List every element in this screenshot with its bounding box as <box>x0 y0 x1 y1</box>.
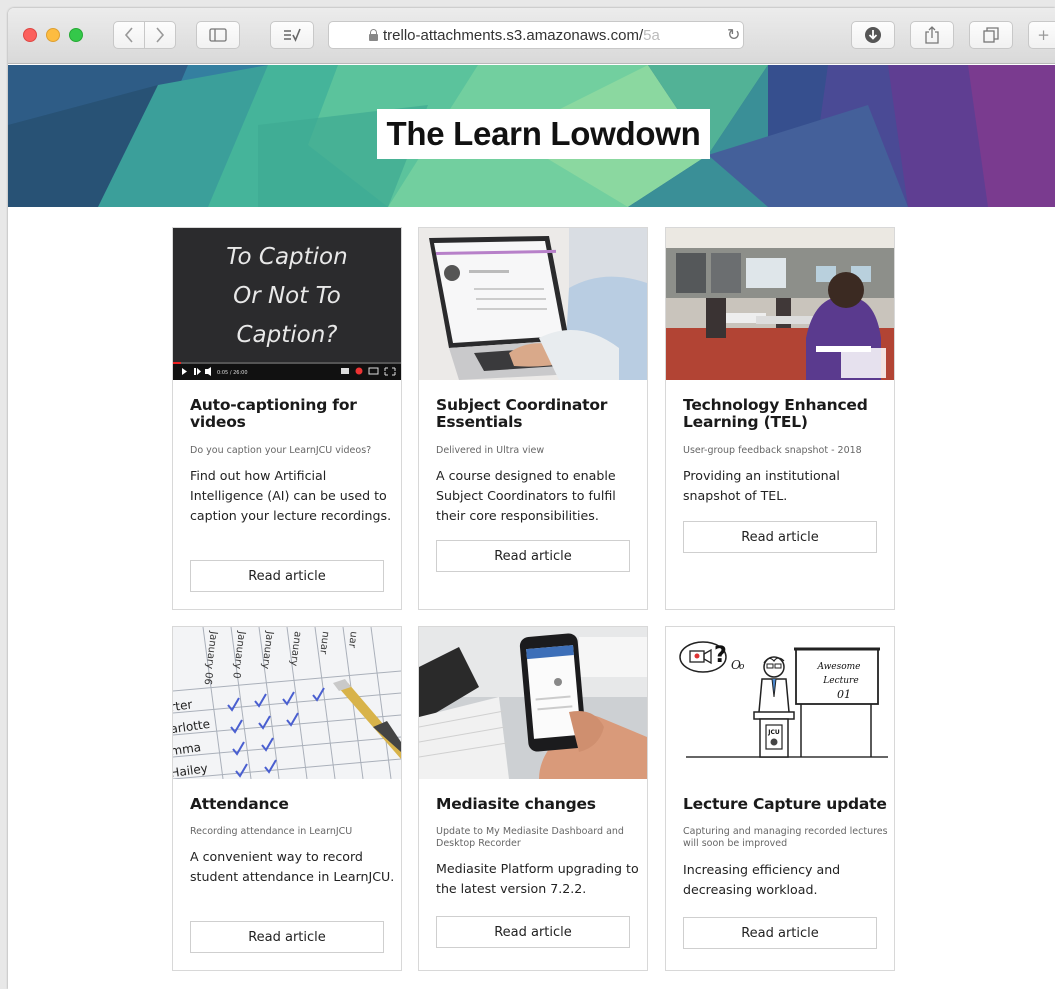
article-subtitle: Update to My Mediasite Dashboard and Des… <box>436 826 624 849</box>
chevron-left-icon <box>124 27 133 43</box>
browser-toolbar: trello-attachments.s3.amazonaws.com/5a ↻… <box>8 8 1055 64</box>
article-thumbnail[interactable]: ? O o JCU Awesome Lecture 01 <box>666 627 894 779</box>
back-button[interactable] <box>113 21 145 49</box>
new-tab-button[interactable]: + <box>1028 21 1055 49</box>
article-title[interactable]: Subject Coordinator Essentials <box>436 397 641 431</box>
article-subtitle: Do you caption your LearnJCU videos? <box>190 445 372 456</box>
article-subtitle: Delivered in Ultra view <box>436 445 545 456</box>
tabs-icon <box>983 27 999 43</box>
url-text: trello-attachments.s3.amazonaws.com/5a <box>383 27 660 44</box>
podium-label: JCU <box>767 729 780 736</box>
article-description: Providing an institutional snapshot of T… <box>683 468 840 503</box>
share-button[interactable] <box>910 21 954 49</box>
article-subtitle: Recording attendance in LearnJCU <box>190 826 353 837</box>
article-thumbnail[interactable] <box>666 228 894 380</box>
article-title[interactable]: Auto-captioning for videos <box>190 397 395 431</box>
article-title[interactable]: Attendance <box>190 796 395 813</box>
article-thumbnail[interactable]: January 06 January 0 January anuary nuar… <box>173 627 401 779</box>
article-title[interactable]: Lecture Capture update <box>683 796 888 813</box>
lock-icon <box>369 29 378 41</box>
article-thumbnail[interactable]: To Caption Or Not To Caption? 0:05 / 26:… <box>173 228 401 380</box>
plus-icon: + <box>1037 26 1050 44</box>
chalk-text-line: Or Not To <box>233 283 341 309</box>
article-card: January 06 January 0 January anuary nuar… <box>172 626 402 971</box>
read-article-button[interactable]: Read article <box>683 521 877 553</box>
sidebar-icon <box>209 28 227 42</box>
board-text-line: 01 <box>837 688 851 701</box>
article-description: Mediasite Platform upgrading to the late… <box>436 861 639 896</box>
article-subtitle: Capturing and managing recorded lectures… <box>683 826 888 849</box>
sidebar-toggle-button[interactable] <box>196 21 240 49</box>
article-title[interactable]: Mediasite changes <box>436 796 641 813</box>
article-thumbnail[interactable] <box>419 627 647 779</box>
page-banner: The Learn Lowdown <box>8 65 1055 207</box>
read-article-button[interactable]: Read article <box>436 540 630 572</box>
tab-overview-button[interactable] <box>969 21 1013 49</box>
download-icon <box>865 27 881 43</box>
article-card: Technology Enhanced Learning (TEL) User-… <box>665 227 895 610</box>
zoom-window-button[interactable] <box>69 28 83 42</box>
article-card: Mediasite changes Update to My Mediasite… <box>418 626 648 971</box>
address-bar[interactable]: trello-attachments.s3.amazonaws.com/5a ↻ <box>328 21 744 49</box>
forward-button[interactable] <box>144 21 176 49</box>
chevron-right-icon <box>156 27 165 43</box>
chalk-text-line: To Caption <box>226 244 347 270</box>
article-description: A course designed to enable Subject Coor… <box>436 468 616 523</box>
article-title[interactable]: Technology Enhanced Learning (TEL) <box>683 397 888 431</box>
article-card: ? O o JCU Awesome Lecture 01 Lecture Cap… <box>665 626 895 971</box>
share-icon <box>925 26 939 44</box>
read-article-button[interactable]: Read article <box>190 921 384 953</box>
svg-text:?: ? <box>714 643 727 668</box>
board-text-line: Awesome <box>816 662 860 672</box>
article-description: Increasing efficiency and decreasing wor… <box>683 862 841 897</box>
downloads-button[interactable] <box>851 21 895 49</box>
page-title: The Learn Lowdown <box>377 109 710 159</box>
article-subtitle: User-group feedback snapshot - 2018 <box>683 445 862 456</box>
browser-window: trello-attachments.s3.amazonaws.com/5a ↻… <box>8 8 1055 989</box>
svg-text:o: o <box>739 662 745 672</box>
read-article-button[interactable]: Read article <box>190 560 384 592</box>
article-thumbnail[interactable] <box>419 228 647 380</box>
article-card: Subject Coordinator Essentials Delivered… <box>418 227 648 610</box>
board-text-line: Lecture <box>822 676 858 686</box>
close-window-button[interactable] <box>23 28 37 42</box>
column-label: uar <box>346 631 359 650</box>
read-article-button[interactable]: Read article <box>436 916 630 948</box>
read-article-button[interactable]: Read article <box>683 917 877 949</box>
reader-icon <box>284 28 301 42</box>
article-card: To Caption Or Not To Caption? 0:05 / 26:… <box>172 227 402 610</box>
minimize-window-button[interactable] <box>46 28 60 42</box>
chalk-text-line: Caption? <box>236 322 337 348</box>
reload-icon[interactable]: ↻ <box>727 25 740 45</box>
article-description: A convenient way to record student atten… <box>190 849 395 884</box>
video-time: 0:05 / 26:00 <box>217 370 248 376</box>
reader-view-button[interactable] <box>270 21 314 49</box>
article-description: Find out how Artificial Intelligence (AI… <box>190 468 392 523</box>
